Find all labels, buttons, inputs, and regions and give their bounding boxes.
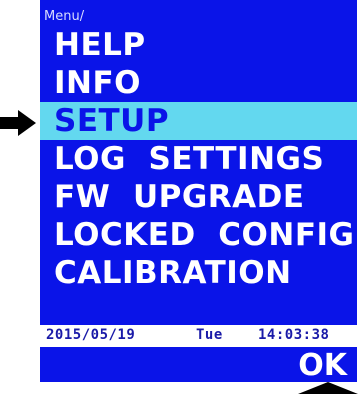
breadcrumb: Menu/ (44, 9, 85, 24)
status-day: Tue (196, 327, 223, 343)
menu-item-fw-upgrade[interactable]: FW UPGRADE (40, 178, 357, 216)
menu-list: HELP INFO SETUP LOG SETTINGS FW UPGRADE … (40, 26, 357, 292)
status-time: 14:03:38 (258, 327, 330, 343)
menu-item-locked-config[interactable]: LOCKED CONFIG (40, 216, 357, 254)
arrow-up-icon (298, 382, 358, 394)
menu-item-info[interactable]: INFO (40, 64, 357, 102)
menu-item-log-settings[interactable]: LOG SETTINGS (40, 140, 357, 178)
arrow-right-icon (0, 110, 36, 136)
ok-softkey[interactable]: OK (298, 349, 347, 382)
menu-item-calibration[interactable]: CALIBRATION (40, 254, 357, 292)
status-date: 2015/05/19 (46, 327, 136, 343)
status-bar: 2015/05/19 Tue 14:03:38 (40, 325, 357, 349)
menu-panel: Menu/ HELP INFO SETUP LOG SETTINGS FW UP… (40, 0, 357, 325)
device-display: Menu/ HELP INFO SETUP LOG SETTINGS FW UP… (0, 0, 362, 394)
screen: Menu/ HELP INFO SETUP LOG SETTINGS FW UP… (40, 0, 362, 394)
softkey-bar: OK (40, 349, 357, 382)
menu-item-setup[interactable]: SETUP (40, 102, 357, 140)
menu-item-help[interactable]: HELP (40, 26, 357, 64)
